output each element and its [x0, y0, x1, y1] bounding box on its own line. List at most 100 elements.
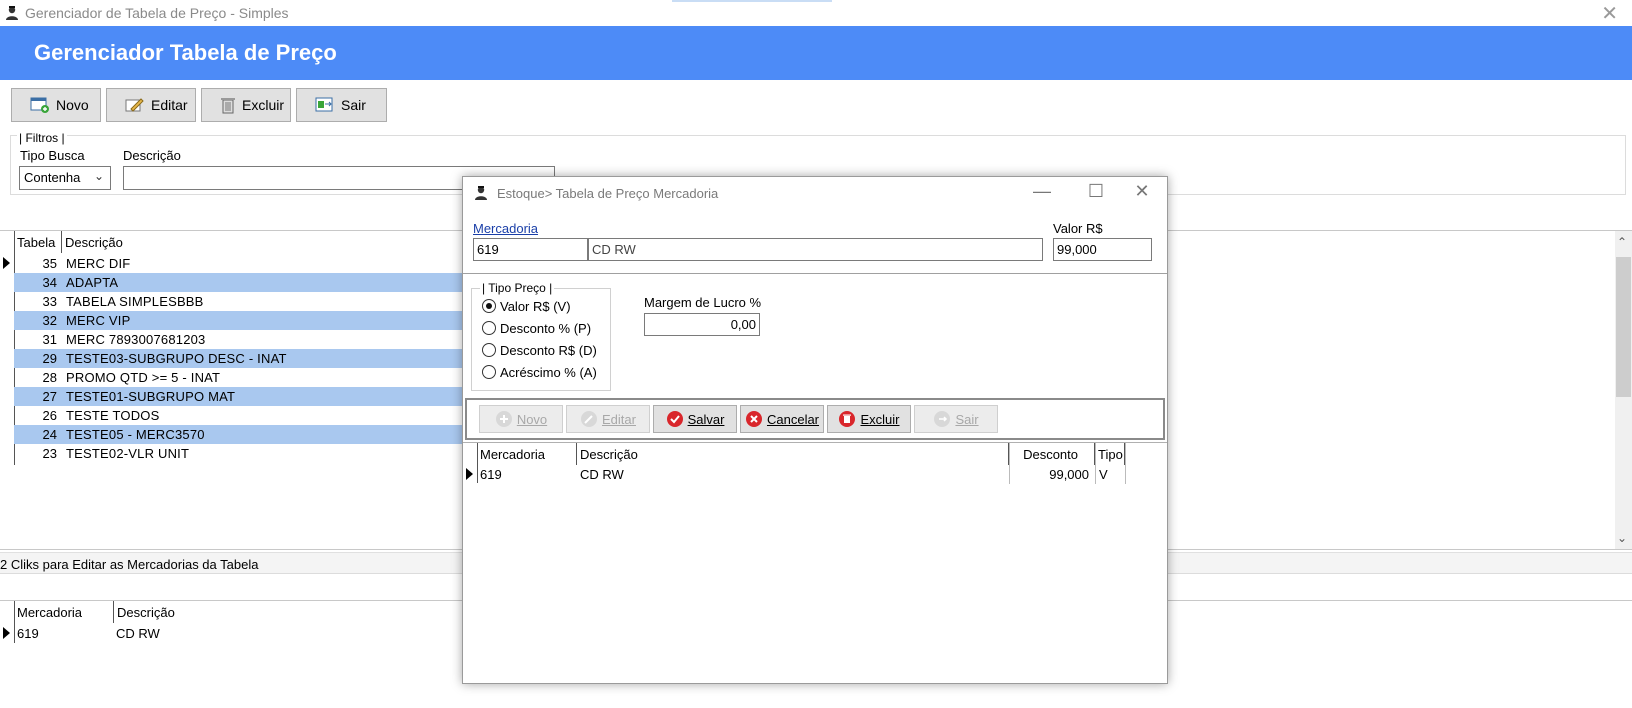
table-row[interactable]: 24 TESTE05 - MERC3570	[14, 425, 466, 444]
app-icon	[6, 6, 18, 20]
dialog-cancelar-label: Cancelar	[766, 411, 820, 427]
radio-label: Desconto % (P)	[500, 320, 592, 336]
cell-tabela: 23	[42, 446, 57, 461]
table-row[interactable]: 23 TESTE02-VLR UNIT	[14, 444, 466, 463]
scrollbar-thumb[interactable]	[1616, 257, 1631, 397]
editar-button[interactable]: Editar	[106, 88, 196, 122]
novo-button[interactable]: Novo	[11, 88, 101, 122]
table-row[interactable]: 33 TABELA SIMPLESBBB	[14, 292, 466, 311]
mercadoria-desc-field: CD RW	[588, 238, 1043, 261]
vertical-scrollbar[interactable]: ⌃ ⌄	[1615, 231, 1632, 549]
cell-tabela: 32	[42, 313, 57, 328]
column-header-descricao[interactable]: Descrição	[62, 231, 466, 253]
novo-button-label: Novo	[56, 97, 89, 113]
dialog-sair-label: Sair	[955, 411, 979, 427]
table-row[interactable]: 32 MERC VIP	[14, 311, 466, 330]
dialog-editar-button[interactable]: Editar	[566, 405, 650, 433]
radio-valor[interactable]: Valor R$ (V)	[482, 297, 571, 315]
cell-descricao: TESTE05 - MERC3570	[66, 427, 205, 442]
radio-unselected-icon	[482, 365, 496, 379]
exit-icon	[934, 411, 951, 427]
radio-label: Acréscimo % (A)	[500, 364, 597, 380]
excluir-button[interactable]: Excluir	[201, 88, 291, 122]
add-icon	[495, 411, 512, 427]
current-row-indicator-icon	[3, 627, 10, 639]
excluir-button-label: Excluir	[242, 97, 285, 113]
table-row[interactable]: 29 TESTE03-SUBGRUPO DESC - INAT	[14, 349, 466, 368]
table-row[interactable]: 26 TESTE TODOS	[14, 406, 466, 425]
maximize-button[interactable]: ☐	[1081, 181, 1111, 202]
table-row[interactable]: 619 CD RW	[14, 624, 314, 643]
valor-field[interactable]: 99,000	[1053, 238, 1152, 261]
dialog-excluir-button[interactable]: Excluir	[827, 405, 911, 433]
dialog-novo-button[interactable]: Novo	[479, 405, 563, 433]
radio-selected-icon	[482, 299, 496, 313]
column-header-descricao[interactable]: Descrição	[577, 443, 1009, 465]
dialog-close-button[interactable]: ✕	[1127, 181, 1157, 202]
current-row-indicator-icon	[3, 257, 10, 269]
scroll-down-icon[interactable]: ⌄	[1617, 531, 1627, 545]
title-accent-bar	[672, 0, 832, 2]
cell-descricao: MERC VIP	[66, 313, 131, 328]
dialog-items-grid[interactable]: Mercadoria Descrição Desconto Tipo 619 C…	[463, 442, 1167, 683]
scroll-up-icon[interactable]: ⌃	[1617, 235, 1627, 249]
table-row[interactable]: 28 PROMO QTD >= 5 - INAT	[14, 368, 466, 387]
table-row[interactable]: 35 MERC DIF	[14, 254, 466, 273]
cell-tabela: 33	[42, 294, 57, 309]
window-close-button[interactable]: ✕	[1601, 1, 1618, 26]
radio-desconto-percent[interactable]: Desconto % (P)	[482, 319, 591, 337]
main-toolbar: Novo Editar Excluir Sair	[0, 80, 1632, 132]
cell-tipo: V	[1099, 467, 1108, 482]
tipo-preco-group: | Tipo Preço | Valor R$ (V) Desconto % (…	[471, 281, 611, 391]
column-header-mercadoria[interactable]: Mercadoria	[14, 601, 114, 623]
radio-acrescimo[interactable]: Acréscimo % (A)	[482, 363, 597, 381]
table-row[interactable]: 31 MERC 7893007681203	[14, 330, 466, 349]
trash-icon	[839, 411, 856, 427]
column-header-descricao[interactable]: Descrição	[114, 601, 314, 623]
window-title: Gerenciador de Tabela de Preço - Simples	[25, 5, 289, 21]
dialog-cancelar-button[interactable]: Cancelar	[740, 405, 824, 433]
table-row[interactable]: 27 TESTE01-SUBGRUPO MAT	[14, 387, 466, 406]
cell-descricao: CD RW	[116, 626, 160, 641]
app-icon	[475, 186, 487, 200]
radio-desconto-valor[interactable]: Desconto R$ (D)	[482, 341, 597, 359]
margem-field[interactable]: 0,00	[644, 313, 760, 336]
minimize-button[interactable]: —	[1027, 181, 1057, 202]
column-header-mercadoria[interactable]: Mercadoria	[477, 443, 577, 465]
valor-label: Valor R$	[1053, 221, 1103, 236]
cell-descricao: CD RW	[580, 467, 624, 482]
tipo-busca-select[interactable]: Contenha ⌄	[19, 166, 111, 190]
dialog-title: Estoque> Tabela de Preço Mercadoria	[497, 186, 719, 201]
sair-button[interactable]: Sair	[296, 88, 387, 122]
page-title: Gerenciador Tabela de Preço	[34, 40, 337, 65]
column-header-tabela[interactable]: Tabela	[14, 231, 62, 253]
editar-button-label: Editar	[151, 97, 188, 113]
column-divider	[1009, 443, 1010, 484]
tabela-preco-mercadoria-dialog: Estoque> Tabela de Preço Mercadoria — ☐ …	[462, 176, 1168, 684]
table-row[interactable]: 34 ADAPTA	[14, 273, 466, 292]
edit-icon	[125, 98, 144, 112]
cell-tabela: 29	[42, 351, 57, 366]
mercadoria-code-field[interactable]: 619	[473, 238, 588, 261]
dialog-salvar-button[interactable]: Salvar	[653, 405, 737, 433]
divider	[463, 273, 1167, 274]
window-titlebar: Gerenciador de Tabela de Preço - Simples…	[0, 0, 1632, 26]
new-document-icon	[30, 97, 49, 113]
cell-tabela: 24	[42, 427, 57, 442]
cell-descricao: TESTE01-SUBGRUPO MAT	[66, 389, 236, 404]
dialog-sair-button[interactable]: Sair	[914, 405, 998, 433]
column-divider	[1125, 443, 1126, 484]
dialog-excluir-label: Excluir	[860, 411, 900, 427]
margem-label: Margem de Lucro %	[644, 295, 762, 310]
column-header-desconto[interactable]: Desconto	[1009, 443, 1095, 465]
dialog-toolbar: Novo Editar Salvar Cancelar Excluir Sair	[465, 398, 1165, 440]
tipo-busca-label: Tipo Busca	[20, 148, 85, 163]
cell-descricao: MERC DIF	[66, 256, 131, 271]
mercadoria-link[interactable]: Mercadoria	[473, 221, 538, 236]
cell-descricao: TESTE TODOS	[66, 408, 160, 423]
cell-tabela: 34	[42, 275, 57, 290]
cell-mercadoria: 619	[17, 626, 39, 641]
table-row[interactable]: 619 CD RW 99,000 V	[477, 443, 1126, 484]
column-header-tipo[interactable]: Tipo	[1095, 443, 1125, 465]
radio-unselected-icon	[482, 321, 496, 335]
